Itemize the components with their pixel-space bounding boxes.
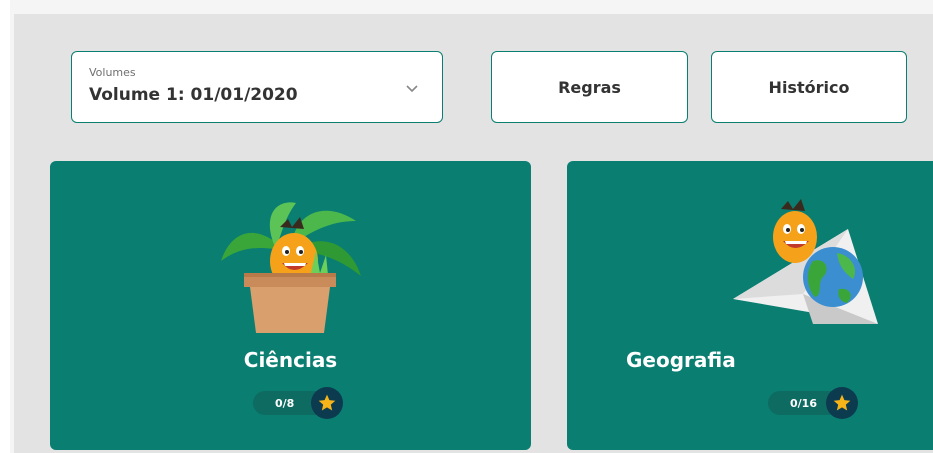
- left-margin: [0, 0, 10, 453]
- volume-select[interactable]: Volumes Volume 1: 01/01/2020: [71, 51, 443, 123]
- history-button[interactable]: Histórico: [711, 51, 907, 123]
- volume-select-caption: Volumes: [89, 66, 136, 79]
- subject-card-geografia[interactable]: Geografia 0/16: [567, 161, 933, 450]
- subject-title: Ciências: [243, 348, 338, 372]
- progress-indicator: 0/16: [768, 387, 864, 419]
- star-icon: [826, 387, 858, 419]
- paper-plane-globe-icon: [733, 199, 878, 324]
- volume-select-value: Volume 1: 01/01/2020: [89, 85, 298, 105]
- subject-card-ciencias[interactable]: Ciências 0/8: [50, 161, 531, 450]
- chevron-down-icon: [406, 85, 418, 93]
- plant-mascot-icon: [221, 202, 361, 333]
- subject-title: Geografia: [626, 348, 736, 372]
- rules-button[interactable]: Regras: [491, 51, 688, 123]
- star-icon: [311, 387, 343, 419]
- progress-indicator: 0/8: [253, 387, 349, 419]
